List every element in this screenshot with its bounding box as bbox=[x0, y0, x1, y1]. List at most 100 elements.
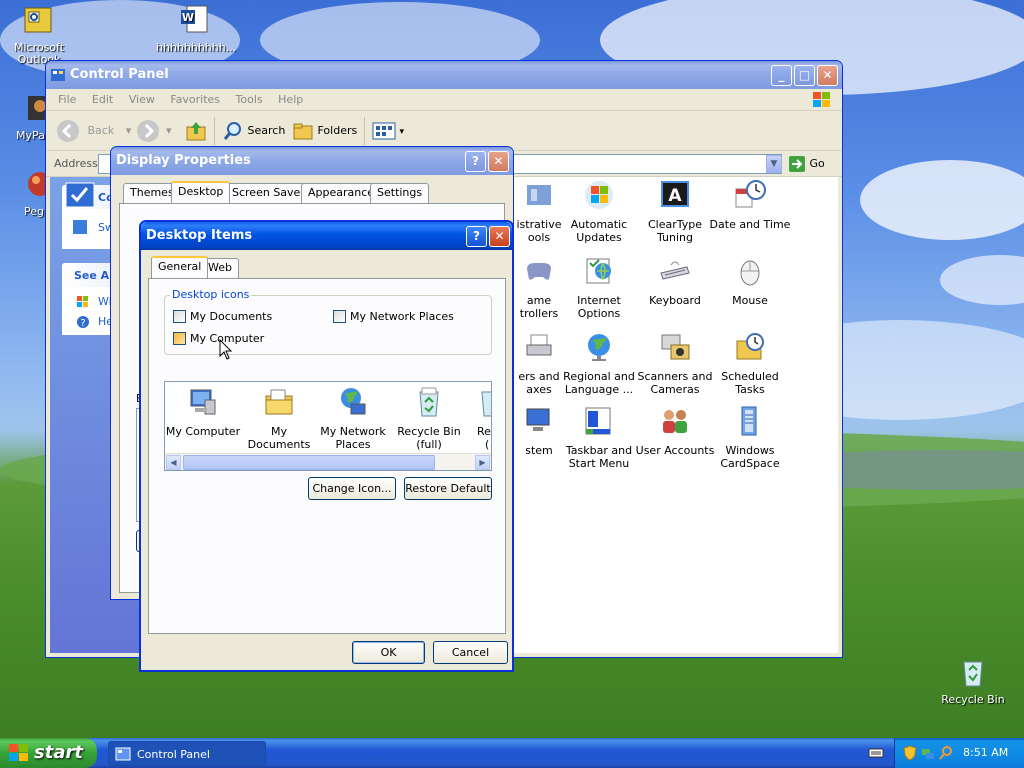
taskbar: start Control Panel 8:51 AM bbox=[0, 738, 1024, 768]
icon-option-my-network-places[interactable]: My Network Places bbox=[315, 386, 391, 451]
close-button[interactable]: ✕ bbox=[488, 151, 509, 172]
icon-option-label-2: (full) bbox=[416, 438, 442, 451]
clock-icon bbox=[735, 180, 766, 208]
cp-item-scanners-cameras[interactable]: Scanners and Cameras bbox=[636, 331, 714, 396]
search-label: Search bbox=[247, 124, 286, 137]
tab-settings[interactable]: Settings bbox=[370, 183, 430, 203]
maximize-button[interactable]: □ bbox=[794, 65, 815, 86]
folders-label: Folders bbox=[317, 124, 358, 137]
menu-tools[interactable]: Tools bbox=[230, 89, 269, 110]
desktop-icon-word-document[interactable]: W hhhhhhhhhh... bbox=[156, 4, 237, 54]
cp-item-label: Date and Time bbox=[709, 218, 791, 231]
search-button[interactable]: Search bbox=[222, 119, 285, 143]
icon-option-label: My Network bbox=[320, 425, 386, 438]
display-properties-titlebar[interactable]: Display Properties ? ✕ bbox=[111, 147, 513, 175]
cp-item-cardspace[interactable]: Windows CardSpace bbox=[708, 405, 792, 470]
outlook-icon bbox=[24, 7, 52, 33]
views-button[interactable]: ▾ bbox=[372, 119, 404, 143]
game-controller-icon bbox=[527, 263, 551, 280]
scroll-right-button[interactable]: ▶ bbox=[475, 455, 490, 470]
tab-screen-saver[interactable]: Screen Saver bbox=[225, 183, 312, 203]
my-computer-checkbox[interactable] bbox=[173, 332, 186, 345]
icon-option-recycle-bin-empty[interactable]: Re ( bbox=[467, 386, 491, 451]
menu-edit[interactable]: Edit bbox=[86, 89, 119, 110]
forward-dropdown-icon[interactable]: ▾ bbox=[166, 124, 172, 137]
go-button[interactable]: Go bbox=[788, 154, 825, 174]
security-shield-icon[interactable] bbox=[903, 745, 917, 761]
back-dropdown-icon: ▾ bbox=[125, 124, 132, 137]
cp-item-internet-options[interactable]: Internet Options bbox=[560, 255, 638, 320]
help-button[interactable]: ? bbox=[466, 226, 487, 247]
up-folder-icon[interactable] bbox=[184, 119, 208, 143]
scroll-left-button[interactable]: ◀ bbox=[166, 455, 181, 470]
admin-tools-icon bbox=[527, 185, 551, 205]
search-tray-icon[interactable] bbox=[939, 745, 953, 761]
my-network-places-checkbox[interactable] bbox=[333, 310, 346, 323]
windows-logo-icon bbox=[813, 92, 830, 107]
back-button[interactable]: Back ▾ bbox=[56, 119, 131, 143]
keyboard-tray-icon[interactable] bbox=[868, 746, 884, 760]
cp-item-label-2: Options bbox=[577, 307, 621, 320]
cancel-button[interactable]: Cancel bbox=[433, 641, 508, 664]
internet-options-icon bbox=[586, 258, 611, 284]
back-arrow-icon bbox=[57, 120, 79, 142]
cp-item-keyboard[interactable]: Keyboard bbox=[636, 255, 714, 307]
desktop-icon-mypa[interactable]: MyPa bbox=[0, 92, 52, 142]
my-documents-checkbox-label[interactable]: My Documents bbox=[190, 310, 272, 323]
icon-option-label: Re bbox=[477, 425, 491, 438]
control-panel-titlebar[interactable]: Control Panel _ □ ✕ bbox=[46, 61, 842, 89]
icon-option-label-2: ( bbox=[485, 438, 490, 451]
icon-option-my-computer[interactable]: My Computer bbox=[165, 386, 241, 438]
icon-list-scrollbar[interactable]: ◀ ▶ bbox=[165, 453, 491, 470]
forward-button[interactable] bbox=[136, 119, 160, 143]
close-button[interactable]: ✕ bbox=[817, 65, 838, 86]
cp-item-user-accounts[interactable]: User Accounts bbox=[632, 405, 718, 457]
folders-button[interactable]: Folders bbox=[292, 119, 357, 143]
cp-item-label: Regional and bbox=[563, 370, 635, 383]
tab-desktop[interactable]: Desktop bbox=[171, 181, 231, 203]
desktop-icon-label: hhhhhhhhhh... bbox=[156, 41, 237, 54]
control-panel-large-icon bbox=[65, 182, 95, 208]
change-icon-button[interactable]: Change Icon... bbox=[308, 477, 396, 500]
icon-option-my-documents[interactable]: My Documents bbox=[241, 386, 317, 451]
menu-view[interactable]: View bbox=[123, 89, 161, 110]
close-button[interactable]: ✕ bbox=[489, 226, 510, 247]
tab-general[interactable]: General bbox=[151, 256, 209, 278]
minimize-button[interactable]: _ bbox=[771, 65, 792, 86]
menu-help[interactable]: Help bbox=[272, 89, 309, 110]
desktop-icon-recycle-bin[interactable]: Recycle Bin bbox=[934, 656, 1012, 706]
menu-file[interactable]: File bbox=[52, 89, 82, 110]
help-button[interactable]: ? bbox=[465, 151, 486, 172]
start-button[interactable]: start bbox=[0, 738, 97, 768]
desktop-items-titlebar[interactable]: Desktop Items ? ✕ bbox=[141, 222, 512, 250]
cp-item-mouse[interactable]: Mouse bbox=[708, 255, 792, 307]
cp-item-label: Scanners and bbox=[637, 370, 713, 383]
cp-item-date-time[interactable]: Date and Time bbox=[708, 179, 792, 231]
address-label: Address bbox=[54, 157, 98, 170]
desktop-icon-list[interactable]: My Computer My Documents My Network Plac… bbox=[164, 381, 492, 471]
my-documents-checkbox[interactable] bbox=[173, 310, 186, 323]
icon-option-recycle-bin-full[interactable]: Recycle Bin (full) bbox=[391, 386, 467, 451]
desktop-icons-group bbox=[164, 295, 492, 355]
network-tray-icon[interactable] bbox=[921, 745, 935, 761]
restore-default-button[interactable]: Restore Default bbox=[404, 477, 492, 500]
menu-favorites[interactable]: Favorites bbox=[164, 89, 226, 110]
scroll-thumb[interactable] bbox=[183, 455, 435, 470]
desktop-icon-peg[interactable]: Peg bbox=[0, 168, 52, 218]
cp-item-regional-language[interactable]: Regional and Language ... bbox=[560, 331, 638, 396]
ok-button[interactable]: OK bbox=[352, 641, 425, 664]
desktop-icon-outlook[interactable]: Microsoft Outlook bbox=[0, 4, 78, 66]
windows-update-link-icon bbox=[77, 296, 88, 307]
cp-item-taskbar-start-menu[interactable]: Taskbar and Start Menu bbox=[560, 405, 638, 470]
cp-item-automatic-updates[interactable]: Automatic Updates bbox=[560, 179, 638, 244]
cp-item-cleartype[interactable]: A ClearType Tuning bbox=[636, 179, 714, 244]
taskbar-icon bbox=[585, 407, 611, 435]
system-tray: 8:51 AM bbox=[894, 738, 1024, 768]
address-dropdown-button[interactable]: ▼ bbox=[766, 155, 782, 173]
svg-text:?: ? bbox=[80, 318, 85, 329]
my-network-places-checkbox-label[interactable]: My Network Places bbox=[350, 310, 454, 323]
taskbar-button-control-panel[interactable]: Control Panel bbox=[108, 741, 266, 766]
recycle-bin-icon bbox=[963, 661, 983, 687]
cp-item-scheduled-tasks[interactable]: Scheduled Tasks bbox=[708, 331, 792, 396]
start-label: start bbox=[34, 742, 83, 763]
